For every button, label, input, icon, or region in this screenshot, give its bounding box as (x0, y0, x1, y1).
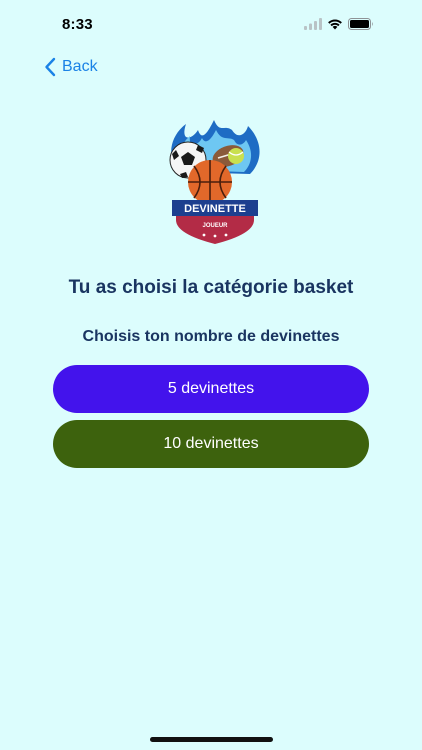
logo-sub-wordmark: JOUEUR (202, 223, 228, 229)
wifi-icon (328, 19, 342, 30)
page-title: Tu as choisi la catégorie basket (68, 277, 354, 298)
status-time: 8:33 (62, 16, 93, 33)
ten-guesses-button[interactable]: 10 devinettes (53, 420, 369, 468)
status-bar: 8:33 (0, 0, 422, 50)
back-button[interactable]: Back (44, 55, 98, 79)
back-label: Back (62, 58, 98, 75)
logo-wordmark: DEVINETTE (184, 203, 246, 215)
signal-icon (304, 18, 322, 30)
page-subtitle: Choisis ton nombre de devinettes (82, 328, 340, 345)
devinette-logo: DEVINETTE JOUEUR (169, 120, 260, 244)
chevron-left-icon (45, 57, 56, 77)
five-guesses-button[interactable]: 5 devinettes (53, 365, 369, 413)
home-indicator[interactable] (150, 737, 273, 742)
battery-icon (348, 18, 373, 30)
status-icons (304, 18, 374, 30)
